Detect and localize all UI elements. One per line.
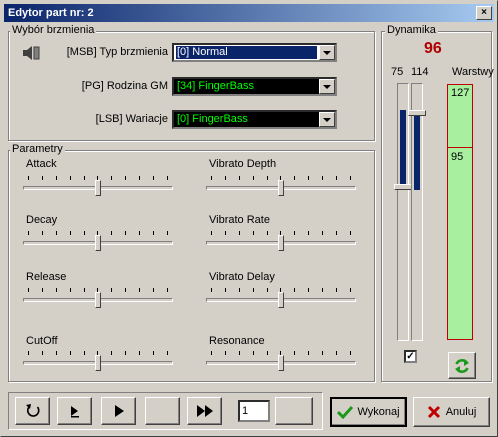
slider-thumb[interactable] (278, 292, 284, 308)
cutoff-label: CutOff (26, 335, 58, 347)
counter-button[interactable] (275, 397, 313, 425)
voice-group-label: Wybór brzmienia (10, 24, 97, 36)
dynamics-value: 96 (424, 40, 442, 57)
step-play-icon (70, 406, 79, 418)
dynamics-high-label: 114 (411, 66, 429, 78)
vibrato-depth-slider[interactable] (206, 176, 356, 200)
msb-label: [MSB] Typ brzmienia (66, 46, 168, 58)
slider-thumb[interactable] (278, 235, 284, 251)
resonance-label: Resonance (209, 335, 265, 347)
vibrato-depth-label: Vibrato Depth (209, 158, 277, 170)
fast-forward-button[interactable] (187, 397, 222, 425)
cancel-label: Anuluj (445, 406, 477, 418)
dynamics-group-label: Dynamika (385, 24, 438, 36)
slider-thumb[interactable] (278, 180, 284, 196)
chevron-down-icon[interactable] (319, 79, 335, 94)
cancel-button[interactable]: Anuluj (413, 397, 490, 427)
dynamics-low-slider[interactable] (394, 83, 412, 341)
release-label: Release (26, 271, 67, 283)
pg-select-value: [34] FingerBass (177, 80, 255, 92)
rewind-icon (25, 404, 40, 417)
speaker-icon[interactable] (21, 45, 41, 61)
msb-select[interactable]: [0] Normal (172, 43, 337, 62)
counter-field[interactable]: 1 (238, 400, 270, 422)
layer-split-value: 95 (451, 151, 464, 163)
window-title: Edytor part nr: 2 (8, 7, 94, 19)
lsb-select[interactable]: [0] FingerBass (172, 110, 337, 129)
slider-thumb[interactable] (95, 235, 101, 251)
layers-label: Warstwy (452, 66, 494, 78)
decay-slider[interactable] (23, 231, 173, 255)
editor-window: Edytor part nr: 2 × Wybór brzmienia [MSB… (0, 0, 498, 437)
layer-top-value: 127 (451, 87, 470, 99)
vibrato-rate-label: Vibrato Rate (209, 214, 270, 226)
lsb-label: [LSB] Wariacje (95, 113, 168, 125)
cancel-x-icon (427, 405, 440, 419)
pg-label: [PG] Rodzina GM (81, 80, 168, 92)
play-icon (114, 405, 124, 417)
vibrato-rate-slider[interactable] (206, 231, 356, 255)
params-group-label: Parametry (10, 143, 65, 155)
layers-box[interactable]: 127 95 (447, 84, 473, 340)
slider-thumb[interactable] (394, 184, 412, 190)
play-button[interactable] (101, 397, 136, 425)
close-button[interactable]: × (476, 6, 492, 20)
refresh-icon (455, 358, 469, 373)
step-play-button[interactable] (57, 397, 92, 425)
rewind-button[interactable] (15, 397, 50, 425)
apply-button[interactable]: Wykonaj (330, 397, 407, 427)
dynamics-high-slider[interactable] (408, 83, 426, 341)
fast-forward-icon (196, 405, 213, 417)
chevron-down-icon[interactable] (319, 112, 335, 127)
refresh-button[interactable] (448, 352, 476, 379)
decay-label: Decay (26, 214, 58, 226)
pg-select[interactable]: [34] FingerBass (172, 77, 337, 96)
vibrato-delay-label: Vibrato Delay (209, 271, 275, 283)
vibrato-delay-slider[interactable] (206, 288, 356, 312)
counter-value: 1 (242, 405, 249, 417)
attack-label: Attack (26, 158, 57, 170)
dynamics-low-label: 75 (391, 66, 404, 78)
slider-thumb[interactable] (278, 355, 284, 371)
title-bar: Edytor part nr: 2 × (4, 4, 494, 22)
apply-label: Wykonaj (357, 406, 400, 418)
chevron-down-icon[interactable] (319, 45, 335, 60)
slider-thumb[interactable] (408, 110, 426, 116)
lsb-select-value: [0] FingerBass (177, 113, 248, 125)
checkmark-icon (337, 405, 354, 419)
resonance-slider[interactable] (206, 351, 356, 375)
cutoff-slider[interactable] (23, 351, 173, 375)
slider-thumb[interactable] (95, 355, 101, 371)
slider-thumb[interactable] (95, 180, 101, 196)
slider-thumb[interactable] (95, 292, 101, 308)
msb-select-value: [0] Normal (176, 46, 317, 59)
release-slider[interactable] (23, 288, 173, 312)
enable-checkbox[interactable]: ✓ (404, 350, 417, 363)
attack-slider[interactable] (23, 176, 173, 200)
blank-button[interactable] (145, 397, 180, 425)
